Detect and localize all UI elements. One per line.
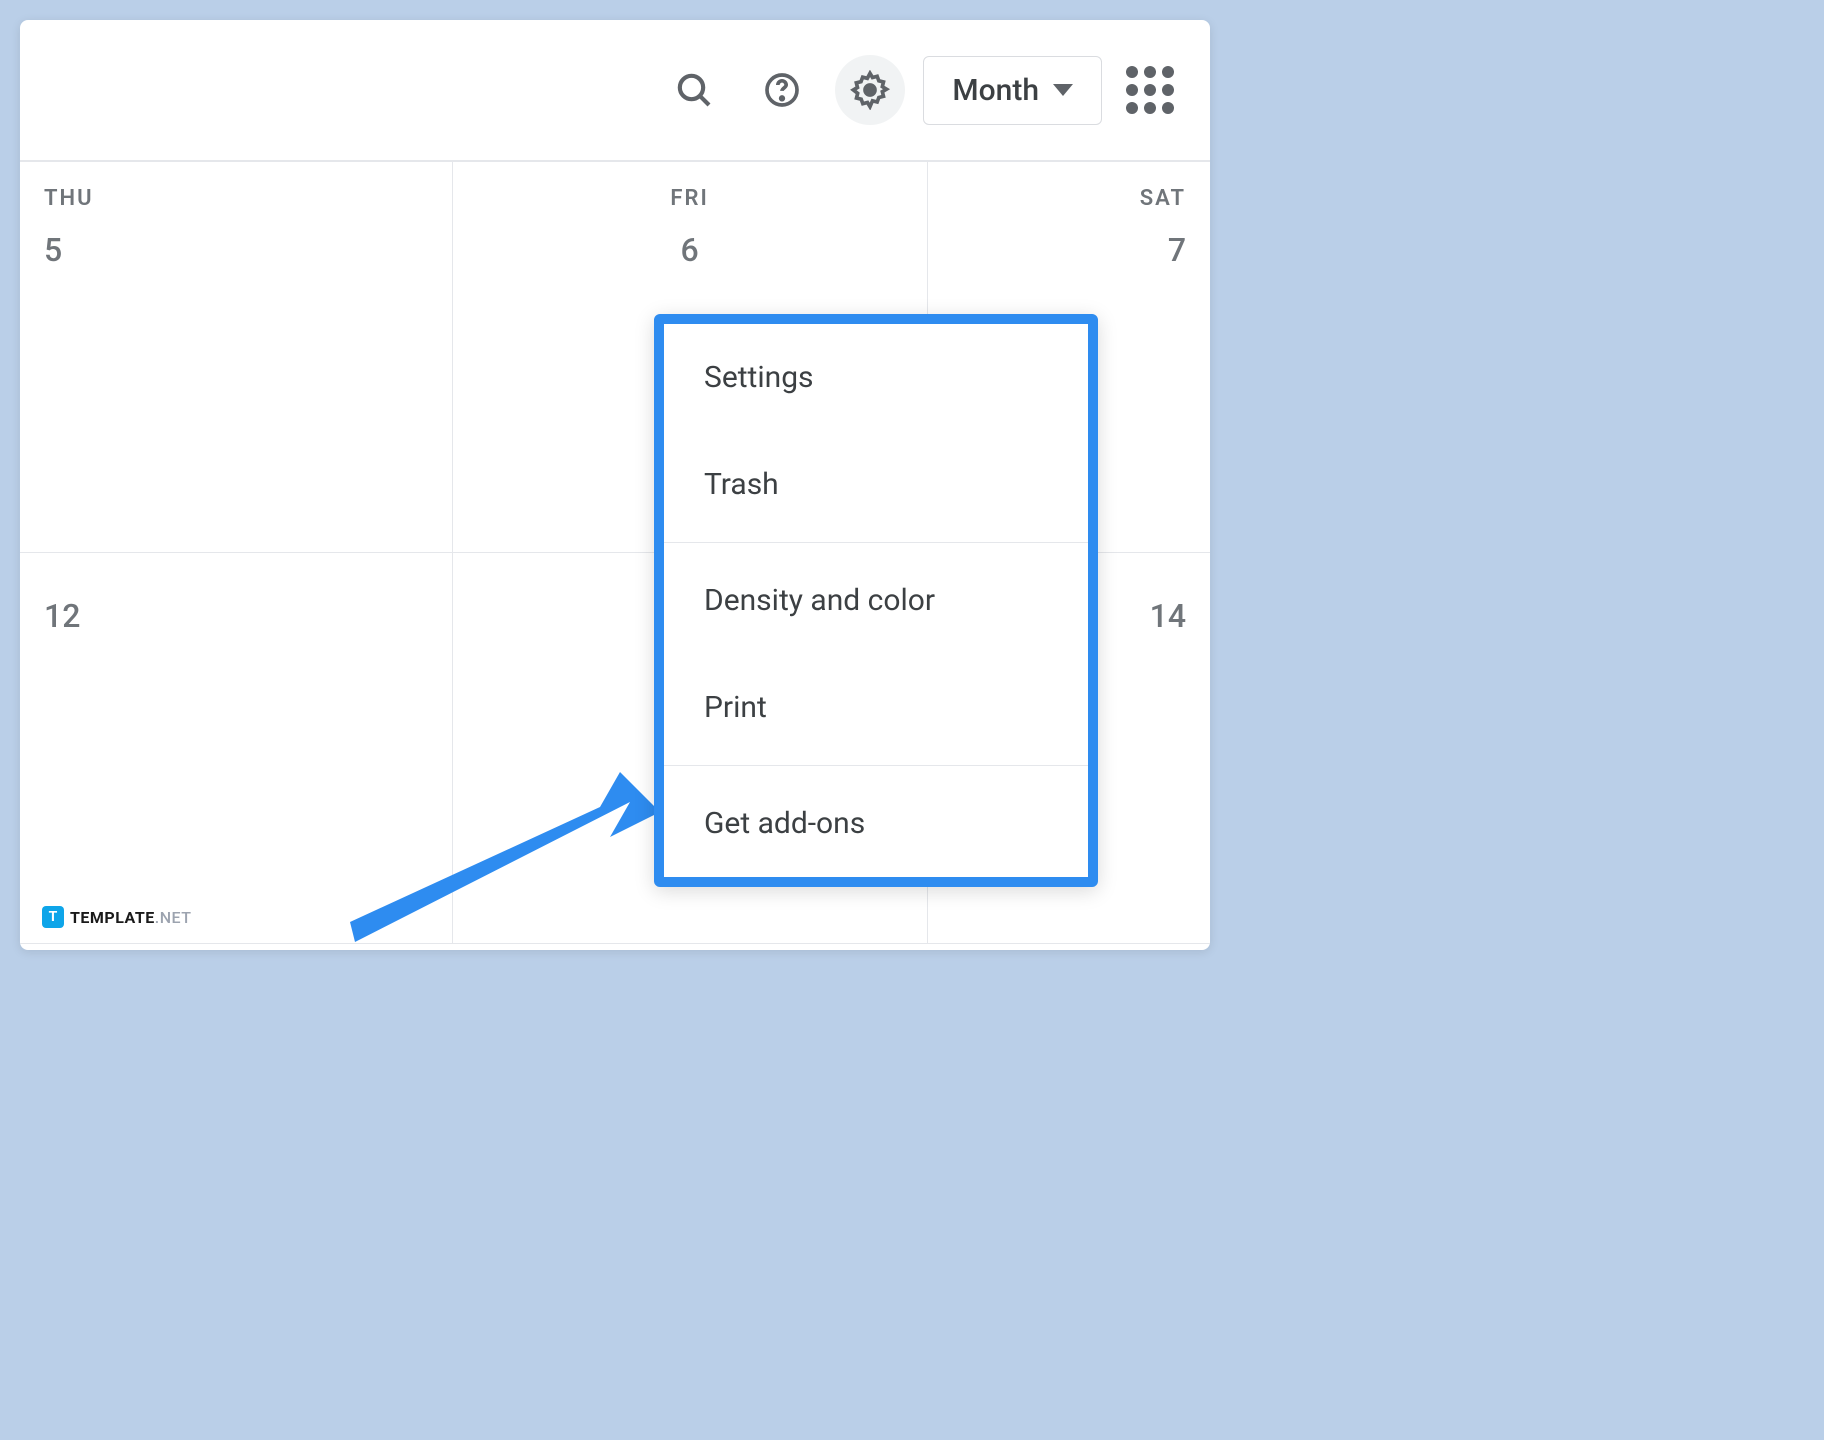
- dropdown-divider: [664, 542, 1088, 543]
- day-header: THU: [44, 186, 428, 211]
- day-header: SAT: [952, 186, 1186, 211]
- toolbar: Month: [20, 20, 1210, 162]
- view-label: Month: [952, 73, 1039, 108]
- watermark-badge: T: [42, 906, 64, 928]
- search-button[interactable]: [659, 55, 729, 125]
- help-button[interactable]: [747, 55, 817, 125]
- chevron-down-icon: [1053, 80, 1073, 100]
- dropdown-divider: [664, 765, 1088, 766]
- day-header: FRI: [477, 186, 903, 211]
- dropdown-item-settings[interactable]: Settings: [664, 324, 1088, 431]
- search-icon: [674, 70, 714, 110]
- settings-dropdown: Settings Trash Density and color Print G…: [654, 314, 1098, 887]
- settings-button[interactable]: [835, 55, 905, 125]
- day-cell[interactable]: THU 5: [20, 162, 453, 552]
- apps-icon: [1126, 66, 1174, 114]
- view-selector[interactable]: Month: [923, 56, 1102, 125]
- gear-icon: [850, 70, 890, 110]
- help-icon: [762, 70, 802, 110]
- calendar-grid: THU 5 FRI 6 SAT 7 12 13: [20, 162, 1210, 942]
- dropdown-item-print[interactable]: Print: [664, 654, 1088, 761]
- apps-button[interactable]: [1120, 60, 1180, 120]
- watermark: T TEMPLATE.NET: [42, 906, 192, 928]
- dropdown-item-trash[interactable]: Trash: [664, 431, 1088, 538]
- dropdown-item-addons[interactable]: Get add-ons: [664, 770, 1088, 877]
- day-number: 7: [952, 231, 1186, 269]
- day-number: 6: [477, 231, 903, 269]
- dropdown-item-density[interactable]: Density and color: [664, 547, 1088, 654]
- day-cell[interactable]: 12: [20, 553, 453, 943]
- watermark-text: TEMPLATE.NET: [70, 908, 192, 927]
- day-number: 12: [44, 597, 428, 635]
- day-number: 5: [44, 231, 428, 269]
